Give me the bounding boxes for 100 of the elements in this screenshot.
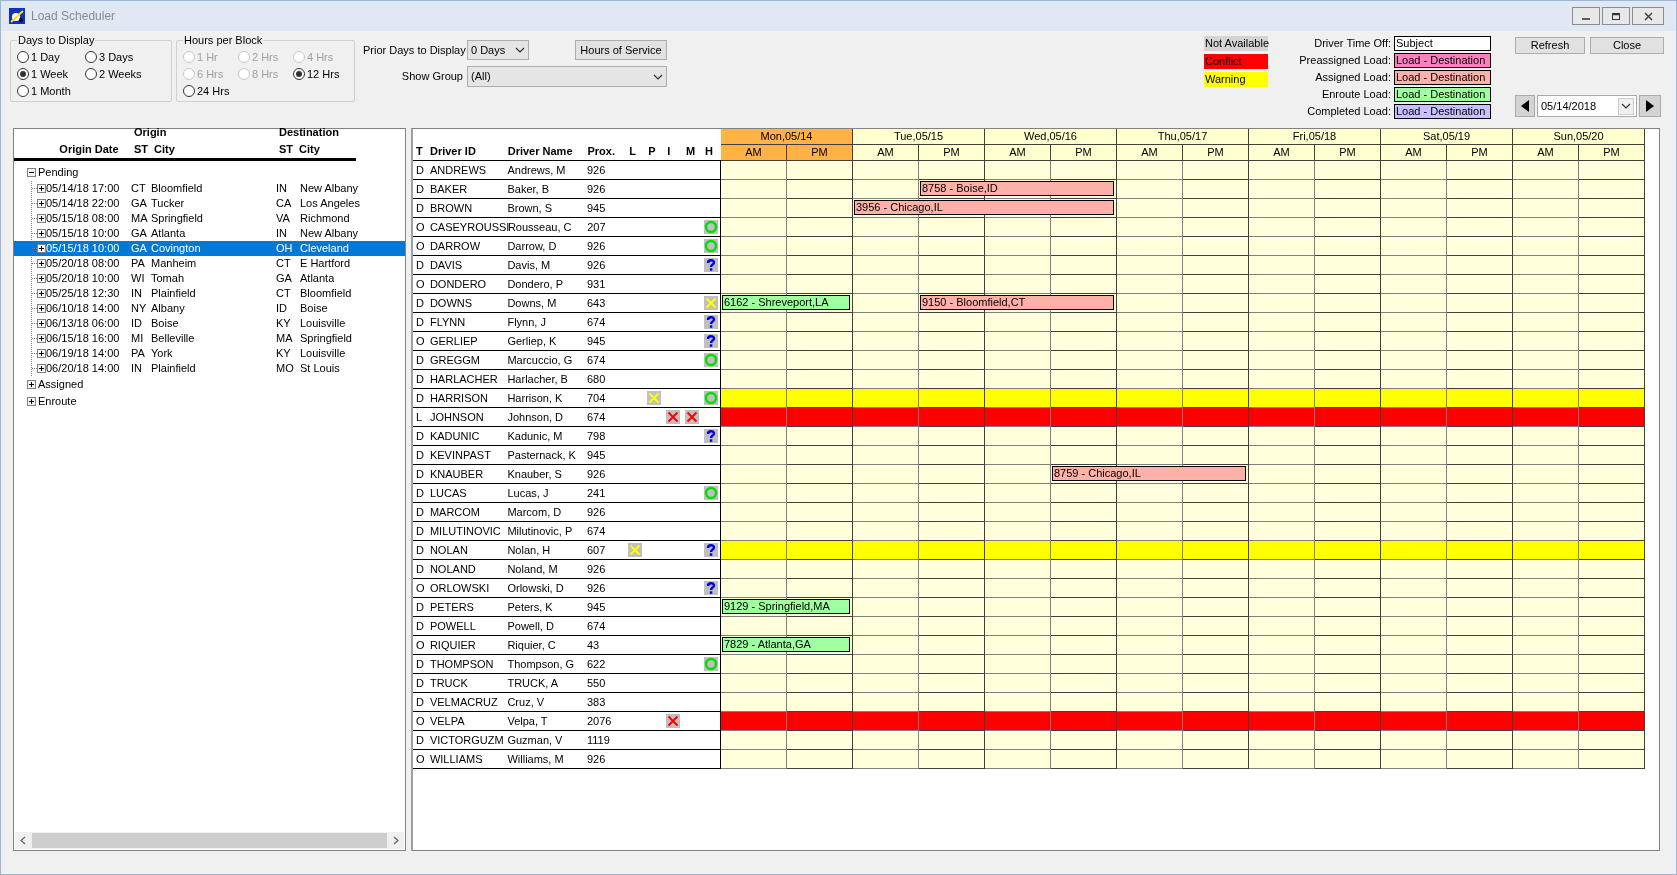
tree-group-label[interactable]: Enroute [38, 393, 77, 410]
driver-row[interactable]: O ORLOWSKI Orlowski, D 926 [413, 579, 721, 598]
radio-indicator[interactable] [293, 68, 305, 80]
driver-row[interactable]: D DOWNS Downs, M 643 [413, 294, 721, 313]
date-dropdown-button[interactable] [1618, 97, 1634, 115]
radio-option[interactable]: 2 Weeks [85, 65, 165, 83]
driver-row[interactable]: D NOLAND Noland, M 926 [413, 560, 721, 579]
driver-row[interactable]: D DAVIS Davis, M 926 [413, 256, 721, 275]
load-bar[interactable]: 3956 - Chicago,IL [854, 200, 1114, 215]
driver-row[interactable]: D HARLACHER Harlacher, B 680 [413, 370, 721, 389]
driver-row[interactable]: D LUCAS Lucas, J 241 [413, 484, 721, 503]
load-row[interactable]: 05/14/18 22:00 GA Tucker CA Los Angeles [14, 196, 405, 211]
driver-row[interactable]: O RIQUIER Riquier, C 43 [413, 636, 721, 655]
expand-icon[interactable] [37, 199, 46, 208]
previous-date-button[interactable] [1515, 95, 1535, 117]
expand-icon[interactable] [37, 364, 46, 373]
tree-group-label[interactable]: Assigned [38, 376, 84, 393]
load-bar[interactable]: 9129 - Springfield,MA [722, 599, 850, 614]
horizontal-scrollbar[interactable] [15, 832, 404, 849]
tree-group-label[interactable]: Pending [38, 164, 79, 181]
load-row[interactable]: 06/10/18 14:00 NY Albany ID Boise [14, 301, 405, 316]
expand-icon[interactable] [37, 229, 46, 238]
expand-icon[interactable] [37, 184, 46, 193]
minimize-button[interactable] [1572, 7, 1600, 25]
show-group-select[interactable]: (All) [467, 66, 667, 87]
load-legend-swatch: Load - Destination [1394, 70, 1491, 85]
expand-icon[interactable] [27, 380, 36, 389]
radio-indicator[interactable] [85, 68, 97, 80]
scroll-thumb[interactable] [32, 833, 387, 848]
collapse-icon[interactable] [27, 168, 36, 177]
driver-row[interactable]: D BAKER Baker, B 926 [413, 180, 721, 199]
radio-indicator[interactable] [85, 51, 97, 63]
maximize-button[interactable] [1602, 7, 1630, 25]
next-date-button[interactable] [1639, 95, 1661, 117]
driver-row[interactable]: O DONDERO Dondero, P 931 [413, 275, 721, 294]
driver-row[interactable]: O WILLIAMS Williams, M 926 [413, 750, 721, 769]
radio-option[interactable]: 1 Month [17, 82, 85, 100]
radio-indicator[interactable] [183, 85, 195, 97]
driver-row[interactable]: D HARRISON Harrison, K 704 [413, 389, 721, 408]
expand-icon[interactable] [37, 259, 46, 268]
load-bar[interactable]: 8758 - Boise,ID [920, 181, 1114, 196]
expand-icon[interactable] [37, 349, 46, 358]
close-window-button[interactable] [1632, 7, 1664, 25]
load-row[interactable]: 05/15/18 10:00 GA Covington OH Cleveland [14, 241, 405, 256]
radio-option[interactable]: 1 Week [17, 65, 85, 83]
driver-row[interactable]: D THOMPSON Thompson, G 622 [413, 655, 721, 674]
driver-row[interactable]: D VICTORGUZM Guzman, V 1119 [413, 731, 721, 750]
driver-row[interactable]: D POWELL Powell, D 674 [413, 617, 721, 636]
load-bar[interactable]: 8759 - Chicago,IL [1052, 466, 1246, 481]
expand-icon[interactable] [37, 289, 46, 298]
radio-indicator[interactable] [17, 51, 29, 63]
radio-option[interactable]: 24 Hrs [183, 82, 238, 100]
driver-row[interactable]: O GERLIEP Gerliep, K 945 [413, 332, 721, 351]
load-bar[interactable]: 7829 - Atlanta,GA [722, 637, 850, 652]
load-row[interactable]: 05/20/18 08:00 PA Manheim CT E Hartford [14, 256, 405, 271]
date-field[interactable]: 05/14/2018 [1537, 95, 1637, 117]
driver-row[interactable]: O DARROW Darrow, D 926 [413, 237, 721, 256]
load-row[interactable]: 06/15/18 16:00 MI Belleville MA Springfield [14, 331, 405, 346]
driver-row[interactable]: D FLYNN Flynn, J 674 [413, 313, 721, 332]
driver-row[interactable]: D PETERS Peters, K 945 [413, 598, 721, 617]
radio-indicator[interactable] [17, 68, 29, 80]
load-row[interactable]: 05/20/18 10:00 WI Tomah GA Atlanta [14, 271, 405, 286]
driver-row[interactable]: D MILUTINOVIC Milutinovic, P 674 [413, 522, 721, 541]
driver-row[interactable]: O VELPA Velpa, T 2076 [413, 712, 721, 731]
driver-row[interactable]: D ANDREWS Andrews, M 926 [413, 161, 721, 180]
driver-row[interactable]: D NOLAN Nolan, H 607 [413, 541, 721, 560]
close-button[interactable]: Close [1590, 37, 1664, 54]
load-bar[interactable]: 9150 - Bloomfield,CT [920, 295, 1114, 310]
refresh-button[interactable]: Refresh [1515, 37, 1585, 54]
radio-option[interactable]: 1 Day [17, 48, 85, 66]
load-row[interactable]: 06/19/18 14:00 PA York KY Louisville [14, 346, 405, 361]
expand-icon[interactable] [37, 304, 46, 313]
radio-option[interactable]: 3 Days [85, 48, 165, 66]
expand-icon[interactable] [37, 214, 46, 223]
hours-of-service-button[interactable]: Hours of Service [575, 40, 667, 60]
driver-row[interactable]: D KEVINPAST Pasternack, K 945 [413, 446, 721, 465]
radio-indicator[interactable] [17, 85, 29, 97]
driver-row[interactable]: D MARCOM Marcom, D 926 [413, 503, 721, 522]
load-row[interactable]: 05/14/18 17:00 CT Bloomfield IN New Albany [14, 181, 405, 196]
expand-icon[interactable] [37, 319, 46, 328]
expand-icon[interactable] [37, 274, 46, 283]
expand-icon[interactable] [27, 397, 36, 406]
radio-option[interactable]: 12 Hrs [293, 65, 348, 83]
driver-row[interactable]: D KADUNIC Kadunic, M 798 [413, 427, 721, 446]
driver-row[interactable]: D GREGGM Marcuccio, G 674 [413, 351, 721, 370]
driver-row[interactable]: D TRUCK TRUCK, A 550 [413, 674, 721, 693]
load-row[interactable]: 06/13/18 06:00 ID Boise KY Louisville [14, 316, 405, 331]
driver-row[interactable]: O CASEYROUSSIRousseau, C 207 [413, 218, 721, 237]
prior-days-select[interactable]: 0 Days [467, 40, 529, 60]
driver-row[interactable]: D VELMACRUZ Cruz, V 383 [413, 693, 721, 712]
expand-icon[interactable] [37, 334, 46, 343]
driver-row[interactable]: D BROWN Brown, S 945 [413, 199, 721, 218]
load-row[interactable]: 05/15/18 08:00 MA Springfield VA Richmond [14, 211, 405, 226]
load-row[interactable]: 06/20/18 14:00 IN Plainfield MO St Louis [14, 361, 405, 376]
load-row[interactable]: 05/15/18 10:00 GA Atlanta IN New Albany [14, 226, 405, 241]
expand-icon[interactable] [37, 244, 46, 253]
load-bar[interactable]: 6162 - Shreveport,LA [722, 295, 850, 310]
driver-row[interactable]: L JOHNSON Johnson, D 674 [413, 408, 721, 427]
load-row[interactable]: 05/25/18 12:30 IN Plainfield CT Bloomfield [14, 286, 405, 301]
driver-row[interactable]: D KNAUBER Knauber, S 926 [413, 465, 721, 484]
